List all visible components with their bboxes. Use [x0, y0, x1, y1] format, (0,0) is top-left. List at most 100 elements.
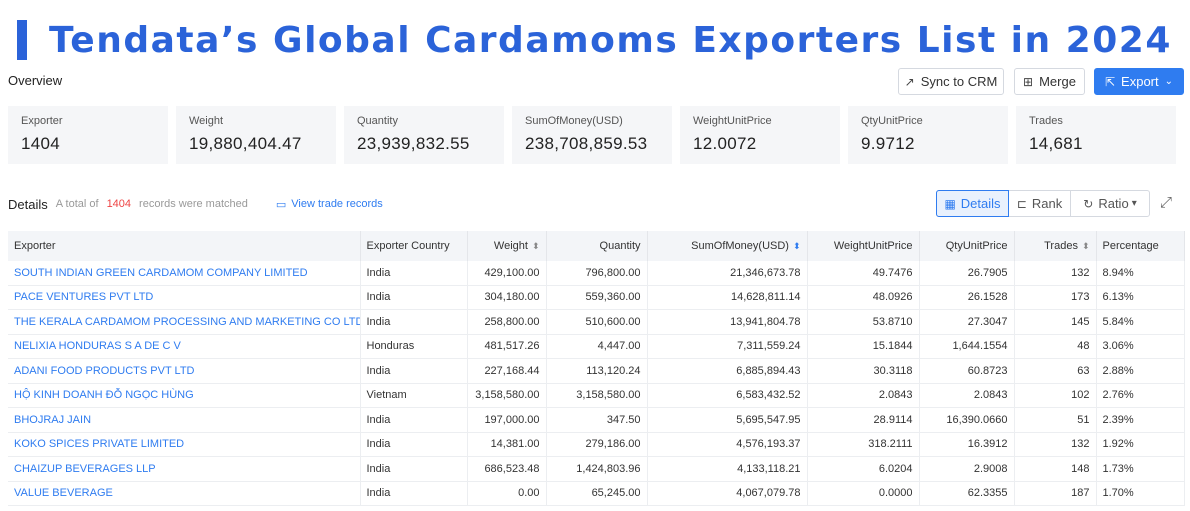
cell-trades: 187	[1014, 481, 1097, 506]
summary-card-quantity: Quantity 23,939,832.55	[344, 106, 504, 164]
exporter-name-link[interactable]: THE KERALA CARDAMOM PROCESSING AND MARKE…	[8, 309, 361, 335]
tab-rank[interactable]: ⊏ Rank	[1009, 191, 1071, 216]
cell-weight: 258,800.00	[467, 309, 547, 335]
summary-card-qty-unit-price: QtyUnitPrice 9.9712	[848, 106, 1008, 164]
cell-qty-unit-price: 60.8723	[919, 358, 1015, 384]
cell-country: India	[360, 481, 468, 506]
cell-percentage: 1.70%	[1096, 481, 1185, 506]
summary-card-weight: Weight 19,880,404.47	[176, 106, 336, 164]
column-header-trades[interactable]: Trades ⬍	[1014, 231, 1097, 261]
exporter-name-link[interactable]: ADANI FOOD PRODUCTS PVT LTD	[8, 358, 361, 384]
table-row: THE KERALA CARDAMOM PROCESSING AND MARKE…	[8, 309, 1185, 335]
column-header-sum-of-money[interactable]: SumOfMoney(USD) ⬍	[647, 231, 808, 261]
tab-rank-label: Rank	[1031, 196, 1063, 211]
cell-weight-unit-price: 30.3118	[807, 358, 920, 384]
details-title: Details	[8, 196, 48, 212]
cell-weight: 429,100.00	[467, 261, 547, 286]
tab-ratio[interactable]: ↻ Ratio ▾	[1071, 191, 1149, 216]
cell-percentage: 6.13%	[1096, 285, 1185, 310]
sort-icon[interactable]: ⬍	[532, 241, 540, 251]
column-header-exporter: Exporter	[8, 231, 361, 261]
cell-percentage: 2.76%	[1096, 383, 1185, 408]
cell-weight-unit-price: 6.0204	[807, 456, 920, 482]
cell-percentage: 2.39%	[1096, 407, 1185, 433]
page-title: Tendata’s Global Cardamoms Exporters Lis…	[49, 19, 1172, 61]
card-value: 19,880,404.47	[189, 134, 302, 153]
cell-weight: 3,158,580.00	[467, 383, 547, 408]
cell-weight: 14,381.00	[467, 432, 547, 457]
sort-icon[interactable]: ⬍	[793, 241, 801, 251]
cell-sum-of-money: 4,067,079.78	[647, 481, 808, 506]
table-row: SOUTH INDIAN GREEN CARDAMOM COMPANY LIMI…	[8, 261, 1185, 286]
cell-weight: 227,168.44	[467, 358, 547, 384]
cell-trades: 102	[1014, 383, 1097, 408]
exporter-name-link[interactable]: HỘ KINH DOANH ĐỖ NGỌC HÙNG	[8, 383, 361, 408]
cell-trades: 132	[1014, 261, 1097, 286]
cell-country: India	[360, 407, 468, 433]
exporter-name-link[interactable]: PACE VENTURES PVT LTD	[8, 285, 361, 310]
cell-trades: 63	[1014, 358, 1097, 384]
card-value: 12.0072	[693, 134, 757, 153]
exporter-name-link[interactable]: BHOJRAJ JAIN	[8, 407, 361, 433]
tab-ratio-label: Ratio	[1098, 196, 1129, 211]
card-value: 1404	[21, 134, 61, 153]
cell-qty-unit-price: 27.3047	[919, 309, 1015, 335]
cell-weight: 686,523.48	[467, 456, 547, 482]
cell-qty-unit-price: 26.1528	[919, 285, 1015, 310]
exporter-name-link[interactable]: VALUE BEVERAGE	[8, 481, 361, 506]
card-value: 23,939,832.55	[357, 134, 470, 153]
cell-quantity: 65,245.00	[546, 481, 648, 506]
table-row: NELIXIA HONDURAS S A DE C V Honduras 481…	[8, 334, 1185, 359]
export-button[interactable]: ⇱ Export ⌄	[1094, 68, 1184, 95]
cell-country: Honduras	[360, 334, 468, 359]
cell-qty-unit-price: 16,390.0660	[919, 407, 1015, 433]
column-header-weight[interactable]: Weight ⬍	[467, 231, 547, 261]
caret-down-icon: ▾	[1131, 198, 1137, 209]
cell-qty-unit-price: 1,644.1554	[919, 334, 1015, 359]
cell-country: India	[360, 285, 468, 310]
cell-trades: 51	[1014, 407, 1097, 433]
column-header-country: Exporter Country	[360, 231, 468, 261]
table-row: KOKO SPICES PRIVATE LIMITED India 14,381…	[8, 432, 1185, 457]
cell-percentage: 8.94%	[1096, 261, 1185, 286]
card-value: 238,708,859.53	[525, 134, 648, 153]
exporter-name-link[interactable]: CHAIZUP BEVERAGES LLP	[8, 456, 361, 482]
exporter-name-link[interactable]: SOUTH INDIAN GREEN CARDAMOM COMPANY LIMI…	[8, 261, 361, 286]
cell-quantity: 113,120.24	[546, 358, 648, 384]
cell-qty-unit-price: 2.9008	[919, 456, 1015, 482]
table-row: CHAIZUP BEVERAGES LLP India 686,523.48 1…	[8, 456, 1185, 482]
cell-trades: 148	[1014, 456, 1097, 482]
tab-details-label: Details	[960, 196, 1001, 211]
table-row: PACE VENTURES PVT LTD India 304,180.00 5…	[8, 285, 1185, 310]
cell-sum-of-money: 4,133,118.21	[647, 456, 808, 482]
cell-country: India	[360, 456, 468, 482]
card-label: Trades	[1029, 115, 1063, 127]
cell-trades: 173	[1014, 285, 1097, 310]
summary-cards: Exporter 1404 Weight 19,880,404.47 Quant…	[8, 106, 1184, 164]
view-mode-tabs: ▦ Details ⊏ Rank ↻ Ratio ▾	[936, 190, 1150, 217]
card-label: Exporter	[21, 115, 63, 127]
sync-to-crm-button[interactable]: ↗ Sync to CRM	[898, 68, 1004, 95]
cell-weight-unit-price: 0.0000	[807, 481, 920, 506]
cell-trades: 48	[1014, 334, 1097, 359]
cell-qty-unit-price: 26.7905	[919, 261, 1015, 286]
fullscreen-icon[interactable]: ⤢	[1160, 194, 1172, 211]
chevron-down-icon: ⌄	[1164, 76, 1174, 87]
view-trade-records-link[interactable]: ▭ View trade records	[276, 198, 383, 211]
merge-button[interactable]: ⊞ Merge	[1014, 68, 1085, 95]
rank-icon: ⊏	[1016, 196, 1027, 211]
sort-icon[interactable]: ⬍	[1082, 241, 1090, 251]
tab-details[interactable]: ▦ Details	[936, 190, 1009, 217]
cell-quantity: 796,800.00	[546, 261, 648, 286]
cell-weight-unit-price: 15.1844	[807, 334, 920, 359]
overview-label: Overview	[8, 73, 63, 88]
exporter-name-link[interactable]: NELIXIA HONDURAS S A DE C V	[8, 334, 361, 359]
cell-sum-of-money: 6,885,894.43	[647, 358, 808, 384]
cell-percentage: 1.73%	[1096, 456, 1185, 482]
column-header-quantity: Quantity	[546, 231, 648, 261]
exporter-name-link[interactable]: KOKO SPICES PRIVATE LIMITED	[8, 432, 361, 457]
cell-weight-unit-price: 2.0843	[807, 383, 920, 408]
cell-weight: 197,000.00	[467, 407, 547, 433]
cell-sum-of-money: 5,695,547.95	[647, 407, 808, 433]
card-label: WeightUnitPrice	[693, 115, 772, 127]
